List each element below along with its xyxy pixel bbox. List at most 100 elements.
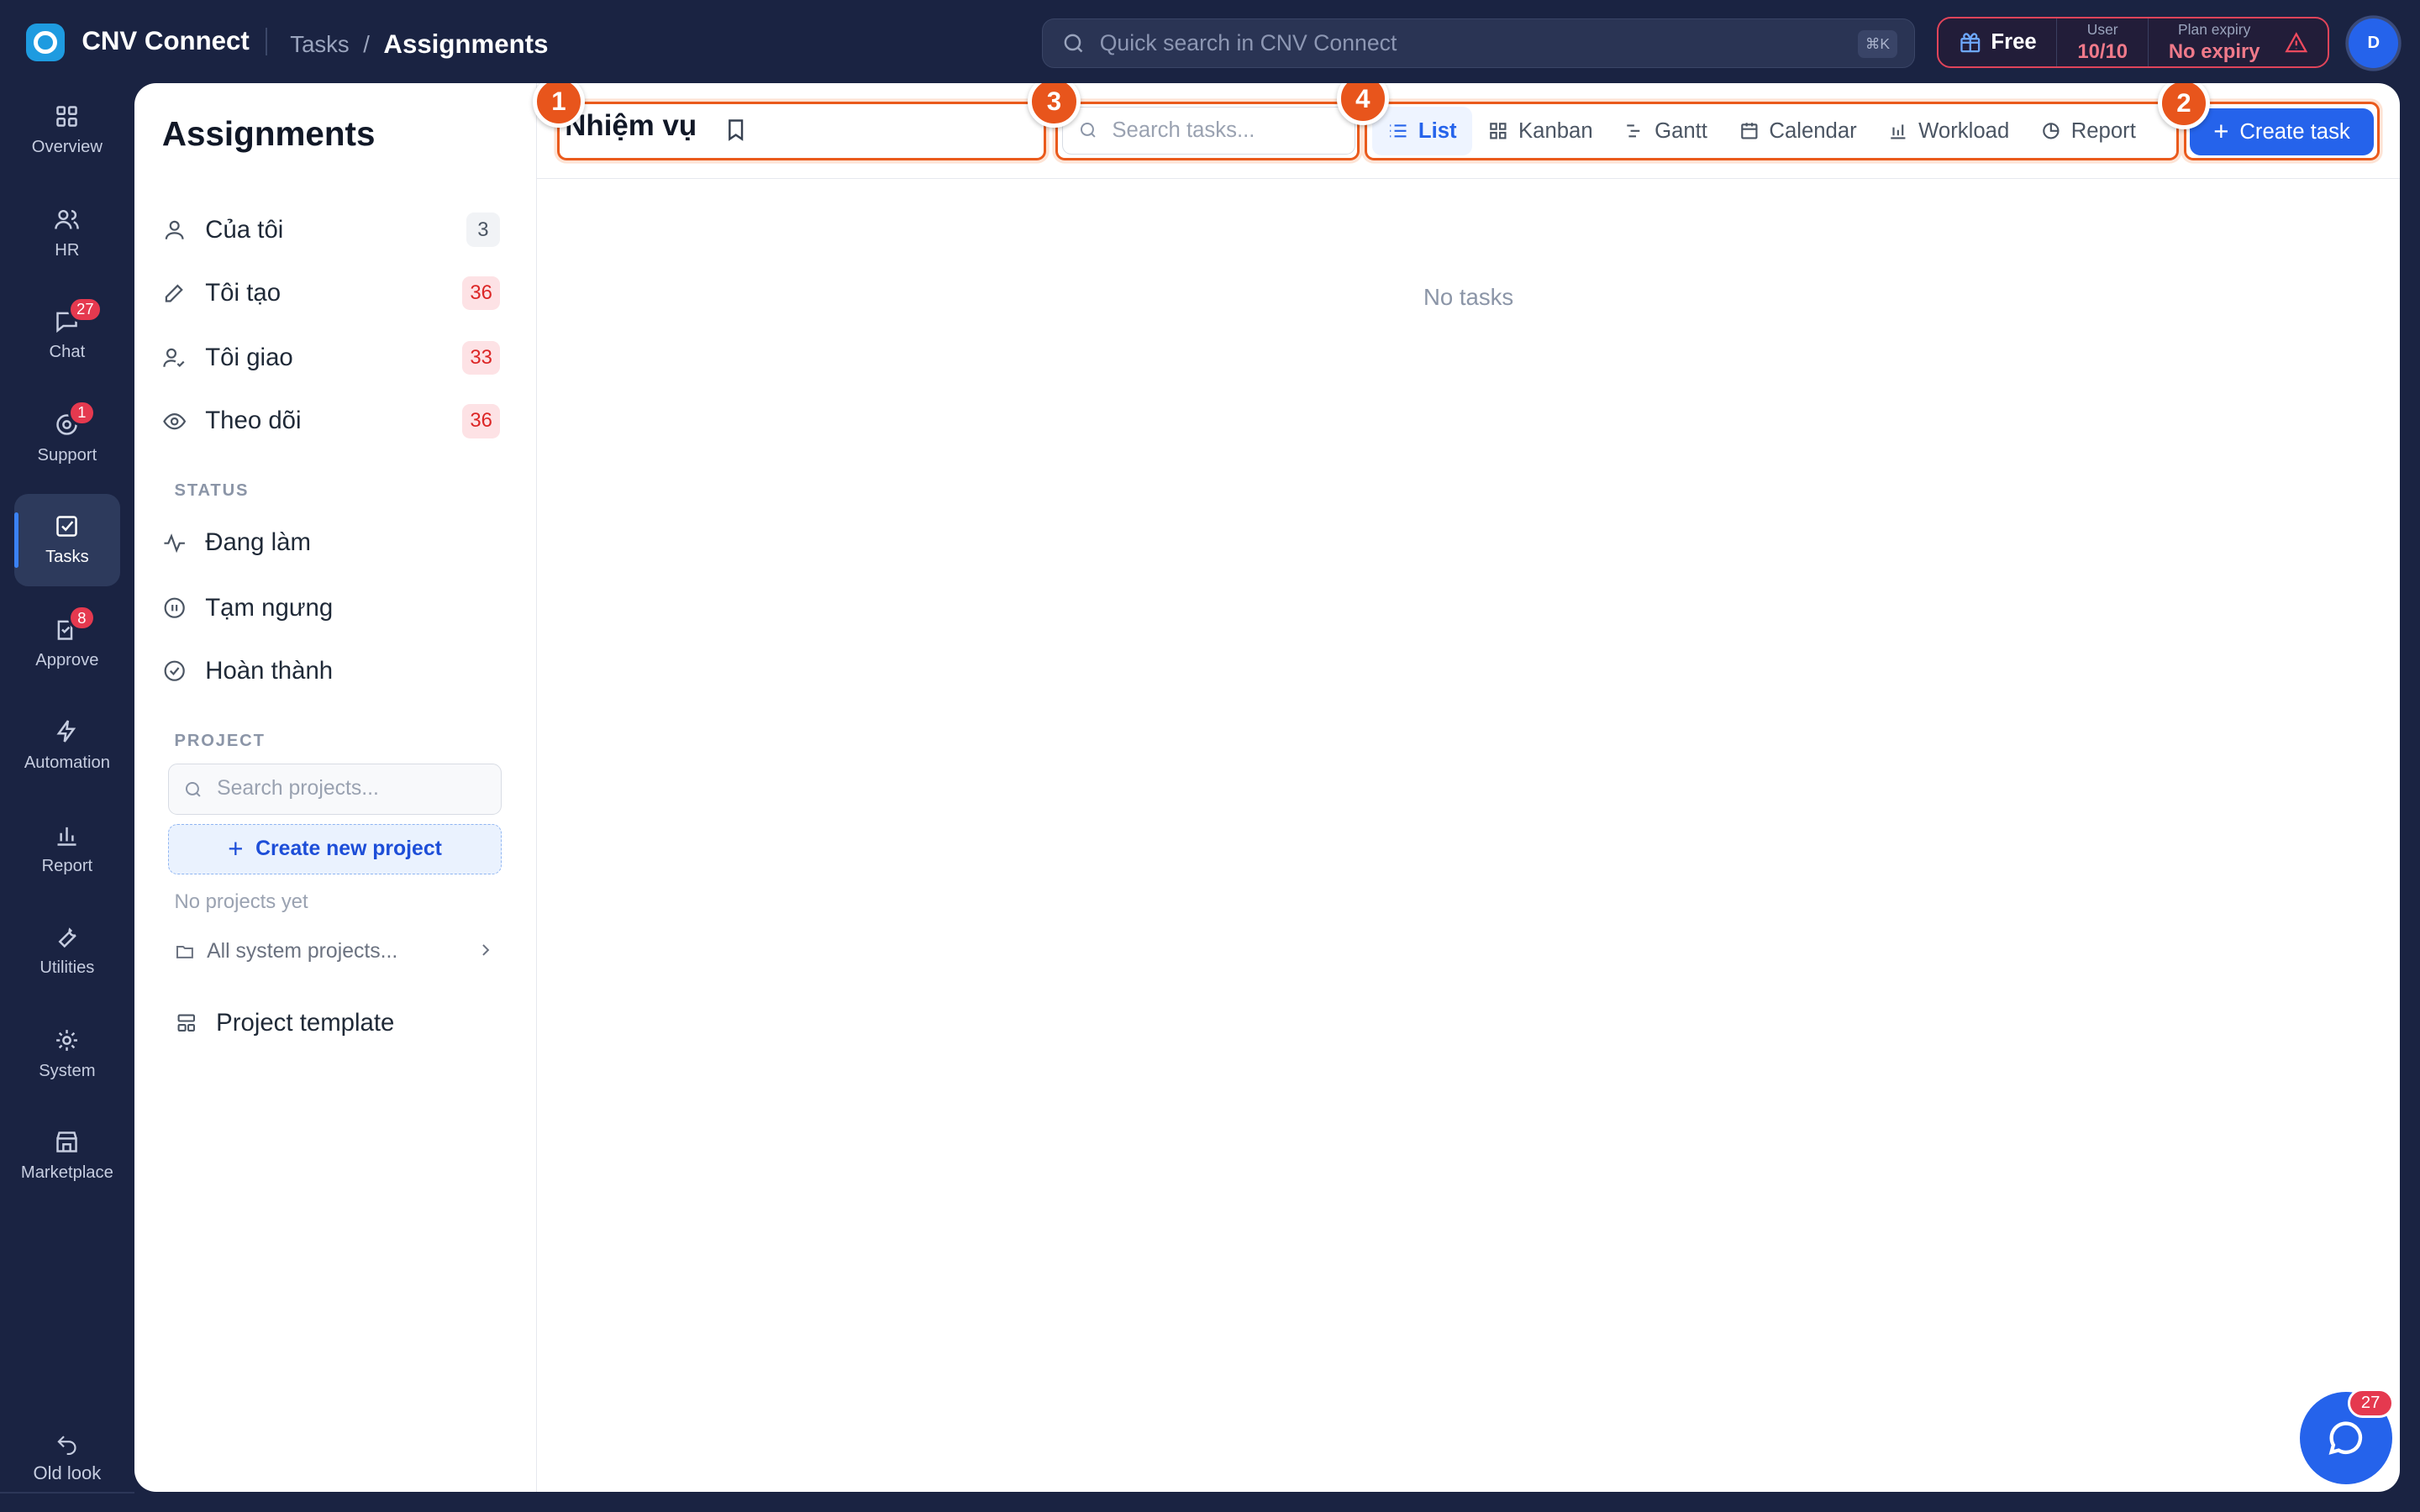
rail-label: Utilities xyxy=(39,958,95,977)
bolt-icon xyxy=(56,720,76,743)
count-badge: 36 xyxy=(462,276,501,311)
sidebar-item-label: Tôi giao xyxy=(205,344,293,372)
pause-icon xyxy=(164,597,185,618)
rail-label: HR xyxy=(55,240,80,260)
sidebar-title: Assignments xyxy=(161,113,376,153)
old-look-button[interactable]: Old look xyxy=(0,1431,134,1484)
undo-icon xyxy=(57,1436,76,1456)
status-heading: STATUS xyxy=(174,481,250,501)
rail-item-marketplace[interactable]: Marketplace xyxy=(14,1110,121,1202)
chat-fab-badge: 27 xyxy=(2347,1389,2394,1418)
wrench-icon xyxy=(58,927,77,948)
no-projects-text: No projects yet xyxy=(174,890,308,913)
highlight-search xyxy=(1055,102,1360,160)
folder-icon xyxy=(176,946,193,959)
activity-icon xyxy=(164,533,185,554)
project-template-link[interactable]: Project template xyxy=(175,1009,395,1037)
create-project-button[interactable]: + Create new project xyxy=(168,823,502,875)
pencil-icon xyxy=(165,284,183,302)
sidebar-item-assigned[interactable]: Tôi giao 33 xyxy=(162,333,509,383)
rail-item-hr[interactable]: HR xyxy=(14,186,121,279)
rail-item-chat[interactable]: Chat 27 xyxy=(14,288,121,381)
rail-item-tasks[interactable]: Tasks xyxy=(13,493,121,586)
plan-expiry: Plan expiry No expiry xyxy=(2149,18,2280,66)
project-search-input[interactable]: Search projects... xyxy=(168,764,502,815)
warning-icon xyxy=(2285,31,2308,52)
highlight-create xyxy=(2183,102,2381,160)
empty-state-text: No tasks xyxy=(1423,283,1514,310)
rail-item-system[interactable]: System xyxy=(14,1007,121,1100)
rail-item-utilities[interactable]: Utilities xyxy=(14,904,121,996)
breadcrumb: Tasks / Assignments xyxy=(290,29,548,60)
rail-label: Tasks xyxy=(45,548,89,567)
divider xyxy=(0,1492,134,1494)
checkbox-icon xyxy=(56,516,78,537)
main-panel: Assignments Của tôi 3 Tôi tạo 36 Tôi gia… xyxy=(134,83,2401,1493)
sidebar-item-label: Theo dõi xyxy=(205,407,302,435)
status-label: Đang làm xyxy=(205,528,311,557)
plan-user: User 10/10 xyxy=(2057,18,2149,66)
rail-item-overview[interactable]: Overview xyxy=(14,83,121,176)
status-item-in-progress[interactable]: Đang làm xyxy=(162,518,509,568)
gear-icon xyxy=(56,1029,78,1051)
rail-item-support[interactable]: Support 1 xyxy=(14,392,121,485)
breadcrumb-tasks[interactable]: Tasks xyxy=(290,31,349,58)
plan-expiry-label: Plan expiry xyxy=(2178,21,2251,39)
status-item-done[interactable]: Hoàn thành xyxy=(162,647,509,696)
sidebar-item-created[interactable]: Tôi tạo 36 xyxy=(162,269,509,318)
chat-bubble-icon xyxy=(2328,1421,2363,1455)
rail-item-automation[interactable]: Automation xyxy=(14,699,121,791)
app-rail: Overview HR Chat 27 Support 1 Tasks Appr… xyxy=(0,83,134,1512)
store-icon xyxy=(56,1131,78,1152)
sidebar-item-label: Tôi tạo xyxy=(205,278,281,307)
rail-label: Marketplace xyxy=(20,1163,113,1183)
rail-label: Approve xyxy=(35,651,99,670)
search-icon xyxy=(185,781,201,797)
users-icon xyxy=(55,209,80,229)
count-badge: 33 xyxy=(462,340,501,375)
assignments-sidebar: Assignments Của tôi 3 Tôi tạo 36 Tôi gia… xyxy=(134,83,538,1493)
highlight-title xyxy=(557,102,1047,160)
project-heading: PROJECT xyxy=(174,731,266,750)
avatar[interactable]: D xyxy=(2349,18,2399,68)
support-badge: 1 xyxy=(67,399,96,426)
sidebar-item-mine[interactable]: Của tôi 3 xyxy=(162,205,509,255)
chat-badge: 27 xyxy=(67,296,103,323)
status-label: Hoàn thành xyxy=(205,656,334,685)
plan-name: Free xyxy=(1991,30,2037,54)
sidebar-item-following[interactable]: Theo dõi 36 xyxy=(162,396,509,446)
search-icon xyxy=(1064,34,1083,53)
plan-expiry-value: No expiry xyxy=(2168,40,2260,64)
rail-label: Chat xyxy=(49,343,86,362)
shortcut-hint: ⌘K xyxy=(1857,29,1898,58)
plan-free[interactable]: Free xyxy=(1939,18,2058,66)
quick-search-input[interactable]: Quick search in CNV Connect ⌘K xyxy=(1041,18,1916,68)
approve-badge: 8 xyxy=(67,604,96,632)
rail-item-approve[interactable]: Approve 8 xyxy=(14,597,121,690)
plan-widget[interactable]: Free User 10/10 Plan expiry No expiry xyxy=(1937,17,2329,68)
rail-label: Report xyxy=(41,856,93,875)
plus-icon: + xyxy=(228,834,244,864)
top-bar: CNV Connect Tasks / Assignments Quick se… xyxy=(0,0,2420,83)
rail-label: Support xyxy=(37,446,97,465)
all-projects-link[interactable]: All system projects... xyxy=(175,937,496,968)
rail-label: Automation xyxy=(24,753,110,772)
status-item-paused[interactable]: Tạm ngưng xyxy=(162,583,509,633)
divider xyxy=(265,28,267,56)
project-template-label: Project template xyxy=(216,1009,395,1037)
eye-icon xyxy=(163,412,187,430)
chevron-right-icon xyxy=(481,943,490,956)
rail-item-report[interactable]: Report xyxy=(14,802,121,895)
sidebar-item-label: Của tôi xyxy=(205,215,284,244)
user-check-icon xyxy=(163,349,185,368)
count-badge: 3 xyxy=(466,213,501,247)
status-label: Tạm ngưng xyxy=(205,593,334,622)
template-icon xyxy=(177,1014,195,1032)
gift-icon xyxy=(1960,33,1981,52)
all-projects-label: All system projects... xyxy=(207,940,398,963)
app-logo[interactable] xyxy=(26,23,66,62)
old-look-label: Old look xyxy=(33,1462,102,1484)
quick-search-placeholder: Quick search in CNV Connect xyxy=(1099,29,1397,55)
task-toolbar: Nhiệm vụ Search tasks... List Kanban Gan… xyxy=(532,83,2401,180)
user-icon xyxy=(165,220,184,239)
